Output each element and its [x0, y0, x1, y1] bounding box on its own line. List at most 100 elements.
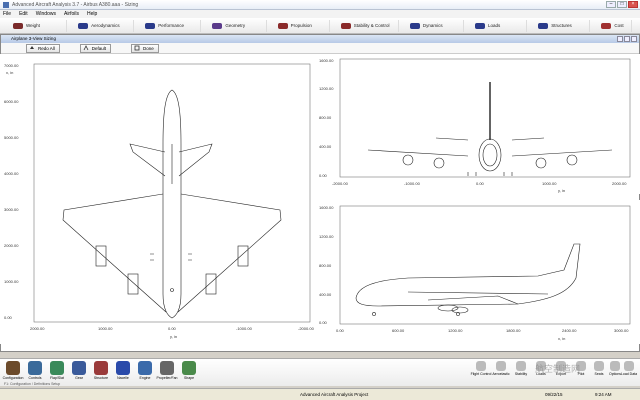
tool-label: Flap/Slat [50, 376, 64, 380]
engine-4 [237, 245, 249, 267]
structure-icon [94, 361, 108, 375]
y-tick: 6000.00 [4, 99, 19, 104]
toolbar-label: Structures [551, 23, 572, 28]
stability-tool[interactable]: Stability [510, 361, 532, 376]
engine-front-1 [402, 154, 414, 166]
subwindow-maximize-button[interactable] [624, 36, 630, 42]
aerodynamics-icon [78, 22, 89, 29]
toolbar-propulsion-button[interactable]: Propulsion [275, 19, 330, 32]
close-button[interactable]: × [628, 1, 638, 8]
menu-edit[interactable]: Edit [19, 11, 28, 17]
subwindow-command-row: Redo All Default Done [1, 43, 639, 54]
tool-label: Controls [28, 376, 42, 380]
stability-control-icon [340, 22, 351, 29]
toolbar-dynamics-button[interactable]: Dynamics [407, 19, 465, 32]
done-button[interactable]: Done [131, 43, 159, 53]
engine-front-4 [566, 154, 578, 166]
tool-label: Stability [514, 372, 528, 376]
aircraft-front-view [367, 82, 613, 176]
controls-tool[interactable]: Controls [24, 361, 46, 380]
toolbar-weight-button[interactable]: Weight [10, 19, 68, 32]
flight-control-tool[interactable]: Flight Control [470, 361, 492, 376]
x-tick: 1000.00 [98, 326, 113, 331]
status-date: 09/22/15 [545, 392, 563, 397]
x-tick: 1800.00 [506, 328, 521, 333]
menu-bar: File Edit Windows Airfoils Help [0, 10, 640, 18]
configuration-tool[interactable]: Configuration [2, 361, 24, 380]
top-view-y-label: x, in [6, 70, 13, 75]
front-view-svg: 1600.00 1200.00 800.00 400.00 0.00 -2000… [319, 58, 631, 193]
tool-label: Configuration [2, 376, 24, 380]
tool-label: Aeroelastic [492, 372, 510, 376]
stability-icon [516, 361, 526, 371]
seats-icon [594, 361, 604, 371]
flight-control-icon [476, 361, 486, 371]
toolbar-loads-button[interactable]: Loads [472, 19, 528, 32]
toolbar-performance-button[interactable]: Performance [142, 19, 202, 32]
redo-all-button[interactable]: Redo All [26, 43, 60, 53]
tool-label: Engine [139, 376, 151, 380]
gear-tool[interactable]: Gear [68, 361, 90, 380]
nacelle-icon [116, 361, 130, 375]
menu-file[interactable]: File [3, 11, 11, 17]
default-icon [83, 45, 89, 51]
aeroelastic-icon [496, 361, 506, 371]
right-wing [177, 193, 282, 313]
engine-tool[interactable]: Engine [134, 361, 156, 380]
flap-slat-tool[interactable]: Flap/Slat [46, 361, 68, 380]
default-button[interactable]: Default [79, 43, 112, 53]
geometry-icon [212, 22, 223, 29]
structure-tool[interactable]: Structure [90, 361, 112, 380]
plot-frame [33, 63, 311, 323]
subwindow-minimize-button[interactable] [617, 36, 623, 42]
x-tick: 0.00 [168, 326, 177, 331]
toolbar-stability-control-button[interactable]: Stability & Control [338, 19, 399, 32]
load-data-tool[interactable]: Load Data [618, 361, 640, 376]
gear-front [467, 172, 513, 176]
menu-airfoils[interactable]: Airfoils [64, 11, 79, 17]
x-tick: -2000.00 [332, 181, 349, 186]
propeller-fan-tool[interactable]: Propeller/Fan [156, 361, 178, 380]
toolbar-label: Weight [26, 23, 40, 28]
status-hint: F1: Configuration / Definitions Setup [4, 382, 61, 386]
top-view-x-ticks: 2000.00 1000.00 0.00 -1000.00 -2000.00 [30, 326, 315, 331]
engine-front-3 [535, 157, 547, 169]
y-tick: 800.00 [319, 263, 332, 268]
aeroelastic-tool[interactable]: Aeroelastic [490, 361, 512, 376]
window-title: Advanced Aircraft Analysis 3.7 - Airbus … [12, 1, 139, 8]
subwindow-close-button[interactable] [631, 36, 637, 42]
dynamics-icon [409, 22, 420, 29]
minimize-button[interactable]: – [606, 1, 616, 8]
redo-icon [29, 45, 35, 51]
x-tick: 3000.00 [614, 328, 629, 333]
toolbar-aerodynamics-button[interactable]: Aerodynamics [75, 19, 135, 32]
shape-tool[interactable]: Shape [178, 361, 200, 380]
subwindow-title: Airplane 3-View Sizing [11, 36, 56, 41]
aircraft-top-view [62, 89, 282, 319]
plot-frame [339, 58, 631, 178]
y-tick: 1600.00 [319, 205, 334, 210]
front-view-y-ticks: 1600.00 1200.00 800.00 400.00 0.00 [319, 58, 334, 178]
subwindow-controls [617, 36, 637, 42]
menu-windows[interactable]: Windows [36, 11, 56, 17]
toolbar-geometry-button[interactable]: Geometry [209, 19, 267, 32]
tool-label: Gear [75, 376, 83, 380]
maximize-button[interactable]: □ [617, 1, 627, 8]
x-tick: -1000.00 [404, 181, 421, 186]
tool-label: Propeller/Fan [156, 376, 178, 380]
side-view-y-ticks: 1600.00 1200.00 800.00 400.00 0.00 [319, 205, 334, 325]
wing-side [427, 295, 519, 305]
menu-help[interactable]: Help [87, 11, 97, 17]
engine-icon [138, 361, 152, 375]
loads-icon [475, 22, 486, 29]
side-view-x-label: x, in [558, 336, 565, 341]
status-time: 9:24 AM [595, 392, 612, 397]
aircraft-side-view [355, 243, 581, 316]
y-tick: 1600.00 [319, 58, 334, 63]
nacelle-tool[interactable]: Nacelle [112, 361, 134, 380]
toolbar-label: Geometry [225, 23, 246, 28]
toolbar-cost-button[interactable]: Cost [598, 19, 632, 32]
y-tick: 0.00 [319, 320, 328, 325]
x-tick: 0.00 [336, 328, 345, 333]
toolbar-structures-button[interactable]: Structures [535, 19, 591, 32]
